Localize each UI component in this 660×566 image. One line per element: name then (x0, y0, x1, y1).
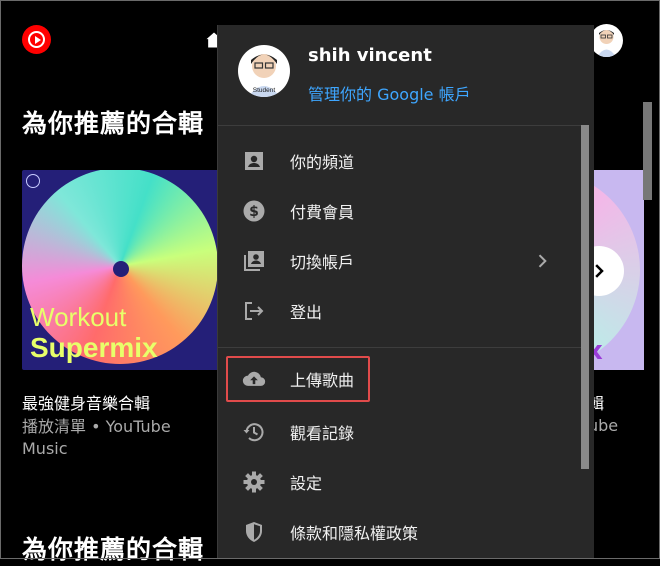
history-icon (242, 420, 266, 444)
highlight-box (226, 356, 370, 402)
youtube-music-logo[interactable] (22, 25, 51, 54)
dollar-circle-icon: $ (242, 199, 266, 223)
menu-item-terms-privacy[interactable]: 條款和隱私權政策 (218, 507, 580, 557)
menu-item-label: 付費會員 (290, 203, 355, 222)
menu-item-history[interactable]: 觀看記錄 (218, 407, 580, 457)
avatar-caption: Student (253, 87, 276, 94)
menu-item-label: 你的頻道 (290, 153, 355, 172)
switch-account-icon (242, 249, 266, 273)
manage-account-link[interactable]: 管理你的 Google 帳戶 (308, 81, 471, 105)
menu-scrollbar[interactable] (581, 125, 589, 469)
menu-item-your-channel[interactable]: 你的頻道 (218, 136, 580, 186)
music-badge-icon (26, 174, 40, 188)
section-title-2: 為你推薦的合輯 (22, 535, 205, 564)
account-name: shih vincent (308, 45, 432, 66)
menu-item-settings[interactable]: 設定 (218, 457, 580, 507)
menu-item-switch-account[interactable]: 切換帳戶 (218, 236, 580, 286)
svg-text:$: $ (249, 204, 259, 220)
section-title: 為你推薦的合輯 (22, 109, 205, 138)
gear-icon (242, 470, 266, 494)
chevron-right-icon (538, 254, 547, 268)
menu-item-label: 切換帳戶 (290, 253, 355, 272)
workout-supermix-thumbnail[interactable]: Workout Supermix (22, 170, 222, 370)
menu-item-label: 設定 (290, 474, 323, 493)
top-avatar[interactable] (590, 24, 623, 57)
menu-divider (218, 347, 588, 348)
card-title[interactable]: 最強健身音樂合輯 (22, 390, 150, 414)
account-box-icon (242, 149, 266, 173)
thumbnail-text-line-2: Supermix (30, 332, 158, 363)
menu-item-label: 登出 (290, 303, 323, 322)
menu-item-label: 觀看記錄 (290, 424, 355, 443)
menu-divider (218, 125, 588, 126)
card-subtitle: 播放清單 • YouTube Music (22, 417, 171, 458)
account-menu: Student shih vincent 管理你的 Google 帳戶 你的頻道… (217, 25, 594, 559)
thumbnail-text-line-1: Workout (30, 302, 127, 332)
menu-item-label: 條款和隱私權政策 (290, 524, 419, 543)
account-header: Student shih vincent 管理你的 Google 帳戶 (218, 25, 594, 125)
menu-item-premium[interactable]: $ 付費會員 (218, 186, 580, 236)
shield-icon (242, 520, 266, 544)
page-scrollbar[interactable] (643, 102, 652, 200)
menu-item-sign-out[interactable]: 登出 (218, 286, 580, 336)
sign-out-icon (242, 299, 266, 323)
account-avatar: Student (238, 45, 290, 97)
